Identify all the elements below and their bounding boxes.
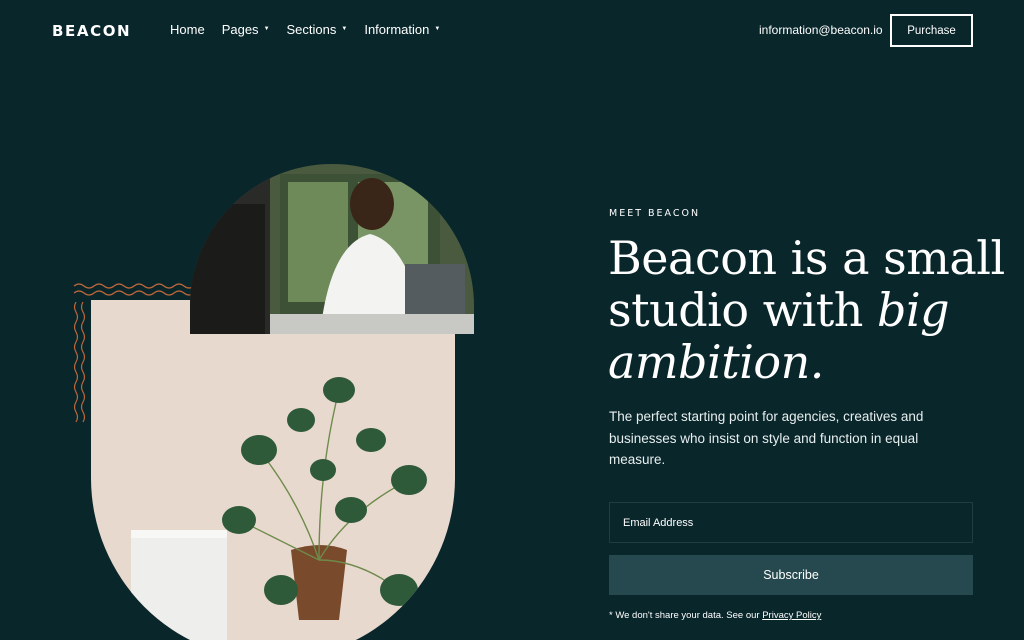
plant-image-arch [91,300,455,640]
purchase-button[interactable]: Purchase [890,14,973,47]
nav-item-home[interactable]: Home [170,22,205,37]
nav-item-label: Information [364,22,430,37]
nav-item-label: Sections [286,22,337,37]
hero-headline: Beacon is a small studio with big ambiti… [608,232,1008,388]
top-navigation: BEACON Home Pages ▼ Sections ▼ Informati… [0,0,1024,62]
nav-item-information[interactable]: Information ▼ [364,22,440,37]
subscribe-button[interactable]: Subscribe [609,555,973,595]
caret-down-icon: ▼ [263,25,270,32]
section-eyebrow: MEET BEACON [609,208,701,219]
team-photo [190,164,474,334]
caret-down-icon: ▼ [341,25,348,32]
nav-item-sections[interactable]: Sections ▼ [287,22,348,37]
nav-item-pages[interactable]: Pages ▼ [222,22,270,37]
privacy-note: * We don't share your data. See our Priv… [609,610,821,621]
hero-intro: The perfect starting point for agencies,… [609,409,924,467]
logo[interactable]: BEACON [52,22,131,40]
nav-item-label: Home [170,22,205,37]
nav-item-label: Pages [221,22,259,37]
privacy-policy-link[interactable]: Privacy Policy [762,610,821,621]
potted-plant-illustration [131,377,427,640]
email-field[interactable] [609,502,973,543]
contact-email-link[interactable]: information@beacon.io [759,23,883,37]
privacy-note-text: * We don't share your data. See our [609,610,763,621]
main-menu: Home Pages ▼ Sections ▼ Information ▼ [170,22,457,37]
caret-down-icon: ▼ [434,25,441,32]
people-working-image [190,164,474,334]
